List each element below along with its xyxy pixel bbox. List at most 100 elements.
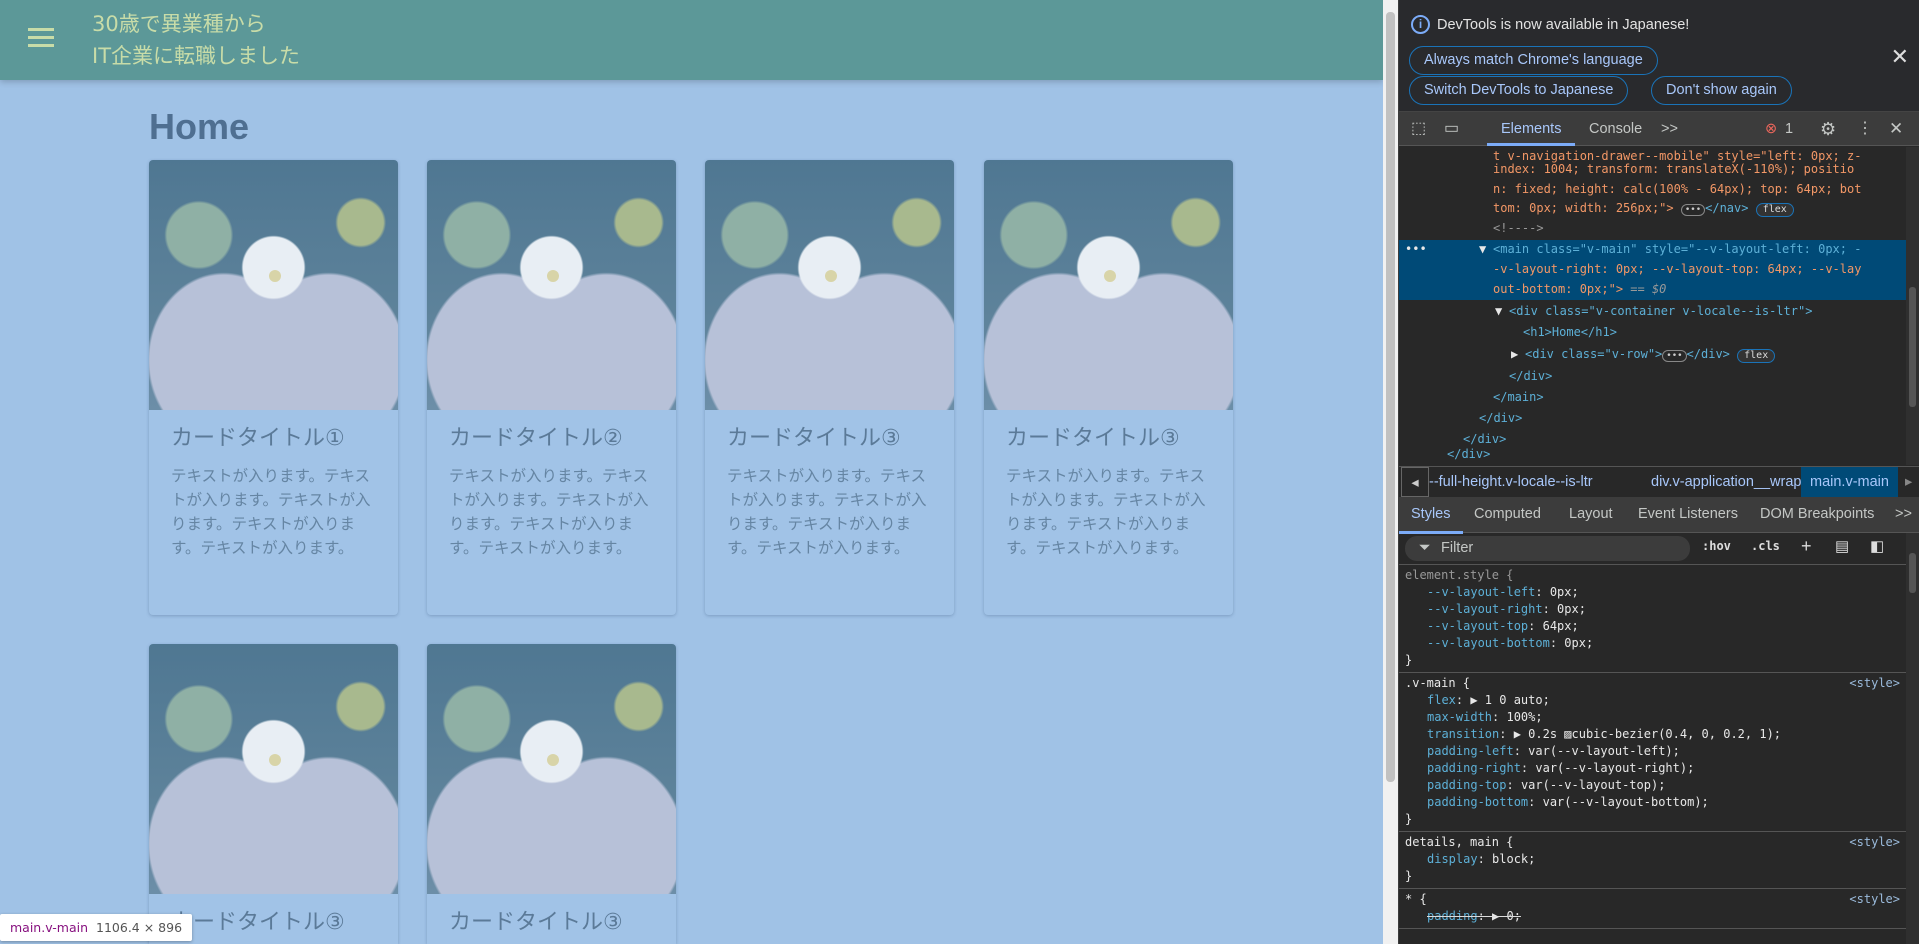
paint-brush-icon[interactable]: ▤ (1835, 537, 1849, 555)
card[interactable]: カードタイトル③ テキストが入ります。テキストが入ります。テキストが入ります。テ… (705, 160, 954, 615)
card-text: テキストが入ります。テキストが入ります。テキストが入ります。テキストが入ります。… (1006, 467, 1206, 557)
node-menu-icon[interactable]: ••• (1405, 240, 1427, 260)
element-tooltip: main.v-main 1106.4 × 896 (0, 914, 193, 941)
style-property[interactable]: max-width: 100%; (1405, 709, 1900, 726)
style-rule[interactable]: * { <style> padding: ▶ 0; (1399, 889, 1906, 929)
styles-pane: element.style {--v-layout-left: 0px; --v-… (1399, 565, 1906, 944)
more-tabs-icon[interactable]: >> (1895, 497, 1912, 531)
breadcrumb-scroll-left-icon[interactable]: ◂ (1401, 467, 1429, 497)
style-rule[interactable]: element.style {--v-layout-left: 0px; --v-… (1399, 565, 1906, 673)
style-property[interactable]: --v-layout-left: 0px; (1405, 584, 1900, 601)
dom-line[interactable]: <div class="v-row"> ••• </div> flex (1525, 345, 1776, 365)
error-count[interactable]: 1 (1785, 112, 1793, 146)
breadcrumb-item[interactable]: --full-height.v-locale--is-ltr (1429, 467, 1593, 497)
card-title: カードタイトル③ (1006, 426, 1180, 451)
breadcrumb-item-selected[interactable]: main.v-main (1801, 467, 1898, 497)
hamburger-menu-icon[interactable] (28, 28, 54, 48)
new-rule-icon[interactable]: + (1801, 536, 1812, 557)
rule-selector: * { (1405, 892, 1427, 906)
card[interactable]: カードタイトル① テキストが入ります。テキストが入ります。テキストが入ります。テ… (149, 160, 398, 615)
error-icon[interactable]: ⊗ (1765, 112, 1777, 146)
hov-toggle[interactable]: :hov (1702, 539, 1731, 553)
style-property[interactable]: padding: ▶ 0; (1405, 908, 1900, 925)
styles-tabs: Styles Computed Layout Event Listeners D… (1399, 497, 1919, 534)
card-text: テキストが入ります。テキストが入ります。テキストが入ります。テキストが入ります。… (171, 467, 371, 557)
app-title-line1: 30歳で異業種から (92, 12, 266, 36)
more-tabs-icon[interactable]: >> (1661, 112, 1678, 146)
card-title: カードタイトル③ (171, 910, 345, 935)
language-banner: i DevTools is now available in Japanese!… (1399, 0, 1919, 112)
switch-to-japanese-button[interactable]: Switch DevTools to Japanese (1409, 76, 1629, 105)
dom-line-main[interactable]: <main class="v-main" style="--v-layout-l… (1493, 240, 1861, 260)
tab-event-listeners[interactable]: Event Listeners (1638, 497, 1738, 531)
dom-line[interactable]: tom: 0px; width: 256px;"> ••• </nav> flex (1493, 199, 1794, 219)
style-property[interactable]: transition: ▶ 0.2s ▨cubic-bezier(0.4, 0,… (1405, 726, 1900, 743)
rule-source-link[interactable]: <style> (1849, 834, 1900, 851)
card-text: テキストが入ります。テキストが入ります。テキストが入ります。テキストが入ります。… (449, 467, 649, 557)
style-property[interactable]: padding-top: var(--v-layout-top); (1405, 777, 1900, 794)
dom-line[interactable]: <div class="v-container v-locale--is-ltr… (1509, 302, 1812, 322)
rule-source-link[interactable]: <style> (1849, 675, 1900, 692)
collapse-arrow-icon[interactable]: ▶ (1511, 345, 1518, 365)
card-image (149, 160, 398, 410)
style-property[interactable]: display: block; (1405, 851, 1900, 868)
tab-elements[interactable]: Elements (1487, 112, 1576, 146)
style-property[interactable]: --v-layout-bottom: 0px; (1405, 635, 1900, 652)
styles-filter-bar: ⏷ Filter :hov .cls + ▤ ◧ (1399, 533, 1919, 565)
filter-input[interactable]: ⏷ Filter (1405, 536, 1690, 561)
tab-dom-breakpoints[interactable]: DOM Breakpoints (1760, 497, 1874, 531)
tab-layout[interactable]: Layout (1569, 497, 1613, 531)
card[interactable]: カードタイトル③ テキストが入ります。テキストが入ります。テキストが入ります。テ… (984, 160, 1233, 615)
expand-arrow-icon[interactable]: ▼ (1495, 302, 1502, 322)
dom-line[interactable]: </div> (1509, 367, 1552, 387)
dom-line[interactable]: </div> (1479, 409, 1522, 429)
app-title-line2: IT企業に転職しました (92, 44, 301, 68)
card-image (427, 644, 676, 894)
card-title: カードタイトル③ (449, 910, 623, 935)
dom-line[interactable]: </div> (1447, 445, 1490, 465)
dom-comment[interactable]: <!----> (1493, 219, 1544, 239)
style-property[interactable]: --v-layout-top: 64px; (1405, 618, 1900, 635)
dom-tree-scrollbar[interactable] (1906, 147, 1919, 465)
tab-styles[interactable]: Styles (1399, 497, 1463, 534)
breadcrumb-scroll-right-icon[interactable]: ▸ (1905, 467, 1912, 497)
inspect-element-icon[interactable]: ⬚ (1411, 112, 1426, 146)
tab-computed[interactable]: Computed (1474, 497, 1541, 531)
dont-show-again-button[interactable]: Don't show again (1651, 76, 1792, 105)
device-toolbar-icon[interactable]: ▭ (1444, 112, 1459, 146)
tab-console[interactable]: Console (1589, 112, 1642, 146)
card[interactable]: カードタイトル② テキストが入ります。テキストが入ります。テキストが入ります。テ… (427, 160, 676, 615)
cls-toggle[interactable]: .cls (1751, 539, 1780, 553)
close-banner-icon[interactable]: ✕ (1891, 44, 1909, 70)
dom-line[interactable]: index: 1004; transform: translateX(-110%… (1493, 160, 1854, 180)
more-options-icon[interactable]: ⋮ (1857, 112, 1873, 146)
dom-line[interactable]: -v-layout-right: 0px; --v-layout-top: 64… (1493, 260, 1861, 280)
dom-tree: t v-navigation-drawer--mobile" style="le… (1399, 147, 1919, 465)
app-title: 30歳で異業種から IT企業に転職しました (92, 8, 300, 72)
style-property[interactable]: padding-bottom: var(--v-layout-bottom); (1405, 794, 1900, 811)
web-page: 30歳で異業種から IT企業に転職しました Home カードタイトル① テキスト… (0, 0, 1383, 944)
card[interactable]: カードタイトル③ (149, 644, 398, 944)
settings-gear-icon[interactable]: ⚙ (1820, 112, 1836, 146)
card[interactable]: カードタイトル③ (427, 644, 676, 944)
style-property[interactable]: padding-right: var(--v-layout-right); (1405, 760, 1900, 777)
always-match-language-button[interactable]: Always match Chrome's language (1409, 46, 1658, 75)
style-rule[interactable]: .v-main {<style> flex: ▶ 1 0 auto; max-wid… (1399, 673, 1906, 832)
breadcrumb-item[interactable]: div.v-application__wrap (1651, 467, 1801, 497)
page-scrollbar[interactable] (1383, 0, 1398, 944)
style-rule[interactable]: details, main {<style> display: block;} (1399, 832, 1906, 889)
rule-source-link[interactable]: <style> (1849, 891, 1900, 908)
style-property[interactable]: flex: ▶ 1 0 auto; (1405, 692, 1900, 709)
close-devtools-icon[interactable]: ✕ (1889, 112, 1903, 146)
style-property[interactable]: --v-layout-right: 0px; (1405, 601, 1900, 618)
card-image (984, 160, 1233, 410)
styles-scrollbar[interactable] (1906, 533, 1919, 944)
dom-line[interactable]: </main> (1493, 388, 1544, 408)
style-property[interactable]: padding-left: var(--v-layout-left); (1405, 743, 1900, 760)
dom-line[interactable]: n: fixed; height: calc(100% - 64px); top… (1493, 180, 1861, 200)
dom-line-h1[interactable]: <h1>Home</h1> (1523, 323, 1617, 343)
expand-arrow-icon[interactable]: ▼ (1479, 240, 1486, 260)
devtools-panel: i DevTools is now available in Japanese!… (1398, 0, 1919, 944)
toggle-sidebar-icon[interactable]: ◧ (1870, 537, 1884, 555)
dom-line[interactable]: out-bottom: 0px;"> == $0 (1493, 280, 1666, 300)
